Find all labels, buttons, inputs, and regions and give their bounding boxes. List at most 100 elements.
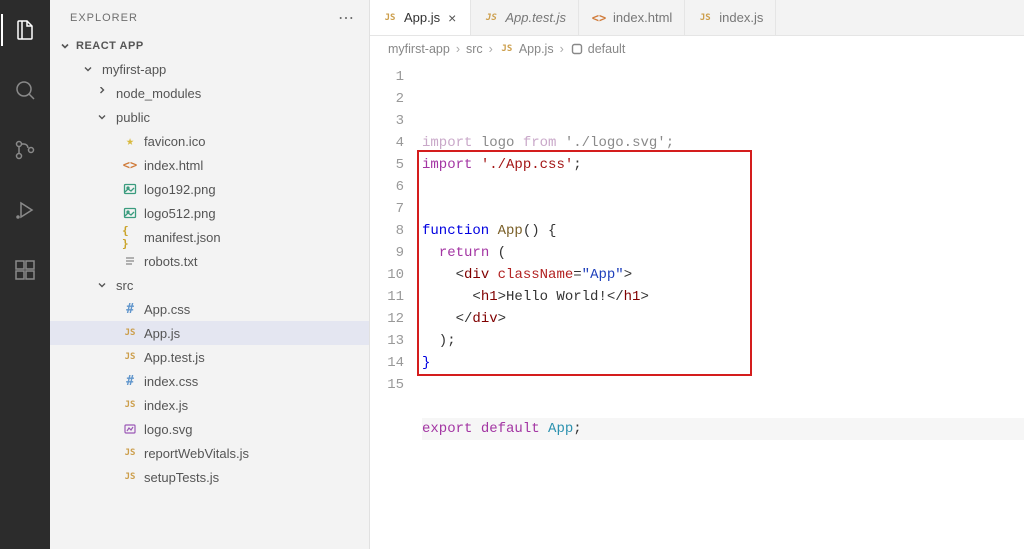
tab-label: App.test.js — [505, 10, 566, 25]
line-number: 3 — [370, 110, 404, 132]
file-setuptests-js[interactable]: JSsetupTests.js — [50, 465, 369, 489]
file-tree-label: index.js — [144, 398, 361, 413]
code-line[interactable]: return ( — [422, 242, 1024, 264]
breadcrumb-app-js[interactable]: JSApp.js — [499, 41, 554, 57]
code-line[interactable]: ); — [422, 330, 1024, 352]
breadcrumb-label: default — [588, 42, 626, 56]
line-number: 11 — [370, 286, 404, 308]
breadcrumb-default[interactable]: default — [570, 42, 626, 56]
code-line[interactable]: export default App; — [422, 418, 1024, 440]
tab-app-js[interactable]: JS App.js × — [370, 0, 471, 35]
code-line[interactable]: import logo from './logo.svg'; — [422, 132, 1024, 154]
js-file-icon: JS — [697, 10, 713, 26]
symbol-icon — [570, 42, 584, 56]
file-app-css[interactable]: # App.css — [50, 297, 369, 321]
explorer-more-icon[interactable]: ⋯ — [338, 8, 355, 28]
file-logo-svg[interactable]: logo.svg — [50, 417, 369, 441]
file-index-css[interactable]: #index.css — [50, 369, 369, 393]
file-tree-label: robots.txt — [144, 254, 361, 269]
activity-search-icon[interactable] — [1, 70, 49, 110]
code-line[interactable] — [422, 176, 1024, 198]
code-line[interactable] — [422, 440, 1024, 462]
activity-run-debug-icon[interactable] — [1, 190, 49, 230]
file-robots-txt[interactable]: robots.txt — [50, 249, 369, 273]
breadcrumb-label: src — [466, 42, 483, 56]
code-line[interactable]: import './App.css'; — [422, 154, 1024, 176]
json-file-icon: { } — [122, 229, 138, 245]
line-number: 12 — [370, 308, 404, 330]
tab-close-icon[interactable]: × — [446, 10, 458, 26]
folder-src[interactable]: src — [50, 273, 369, 297]
file-logo192-png[interactable]: logo192.png — [50, 177, 369, 201]
tab-app-test-js[interactable]: JSApp.test.js — [471, 0, 579, 35]
code-line[interactable]: <div className="App"> — [422, 264, 1024, 286]
file-tree-label: App.js — [144, 326, 361, 341]
line-number: 13 — [370, 330, 404, 352]
line-number: 1 — [370, 66, 404, 88]
js-file-icon: JS — [122, 325, 138, 341]
explorer-title: EXPLORER — [70, 12, 138, 24]
file-app-js[interactable]: JS App.js — [50, 321, 369, 345]
file-tree-label: logo192.png — [144, 182, 361, 197]
line-number: 7 — [370, 198, 404, 220]
code-editor[interactable]: 123456789101112131415 import logo from '… — [370, 62, 1024, 549]
file-tree-label: node_modules — [116, 86, 361, 101]
js-file-icon: JS — [122, 349, 138, 365]
file-favicon-ico[interactable]: ★favicon.ico — [50, 129, 369, 153]
file-logo512-png[interactable]: logo512.png — [50, 201, 369, 225]
file-tree-label: index.css — [144, 374, 361, 389]
chevron-down-icon — [80, 61, 96, 77]
code-line[interactable]: } — [422, 352, 1024, 374]
activity-explorer-icon[interactable] — [1, 10, 49, 50]
folder-public[interactable]: public — [50, 105, 369, 129]
chevron-down-icon — [94, 109, 110, 125]
file-tree-label: manifest.json — [144, 230, 361, 245]
line-number: 4 — [370, 132, 404, 154]
code-line[interactable]: <h1>Hello World!</h1> — [422, 286, 1024, 308]
js-file-icon: JS — [122, 397, 138, 413]
file-manifest-json[interactable]: { } manifest.json — [50, 225, 369, 249]
file-tree-label: myfirst-app — [102, 62, 361, 77]
explorer-header: EXPLORER ⋯ — [50, 0, 369, 35]
js-file-icon: JS — [382, 10, 398, 26]
code-line[interactable] — [422, 374, 1024, 396]
activity-source-control-icon[interactable] — [1, 130, 49, 170]
text-file-icon — [122, 253, 138, 269]
js-file-icon: JS — [122, 469, 138, 485]
tab-index-html[interactable]: <>index.html — [579, 0, 685, 35]
line-number: 15 — [370, 374, 404, 396]
line-number: 6 — [370, 176, 404, 198]
file-index-js[interactable]: JS index.js — [50, 393, 369, 417]
css-file-icon: # — [122, 301, 138, 317]
breadcrumb-label: myfirst-app — [388, 42, 450, 56]
file-tree: myfirst-app node_modulespublic★favicon.ic… — [50, 57, 369, 489]
code-line[interactable] — [422, 396, 1024, 418]
activity-extensions-icon[interactable] — [1, 250, 49, 290]
code-content[interactable]: import logo from './logo.svg';import './… — [422, 66, 1024, 549]
folder-node_modules[interactable]: node_modules — [50, 81, 369, 105]
file-tree-label: App.css — [144, 302, 361, 317]
line-number: 10 — [370, 264, 404, 286]
code-line[interactable]: </div> — [422, 308, 1024, 330]
file-tree-label: logo512.png — [144, 206, 361, 221]
breadcrumb-separator: › — [489, 42, 493, 56]
tab-label: App.js — [404, 10, 440, 25]
file-tree-label: logo.svg — [144, 422, 361, 437]
main-area: JSApp.js×JSApp.test.js<>index.htmlJSinde… — [370, 0, 1024, 549]
file-tree-label: src — [116, 278, 361, 293]
image-file-icon — [122, 205, 138, 221]
tab-label: index.js — [719, 10, 763, 25]
code-line[interactable] — [422, 198, 1024, 220]
file-reportwebvitals-js[interactable]: JSreportWebVitals.js — [50, 441, 369, 465]
file-app-test-js[interactable]: JS App.test.js — [50, 345, 369, 369]
breadcrumb-myfirst-app[interactable]: myfirst-app — [388, 42, 450, 56]
breadcrumb-src[interactable]: src — [466, 42, 483, 56]
explorer-section-label: REACT APP — [76, 40, 144, 52]
file-tree-label: App.test.js — [144, 350, 361, 365]
chevron-down-icon — [94, 277, 110, 293]
folder-myfirst-app[interactable]: myfirst-app — [50, 57, 369, 81]
file-index-html[interactable]: <>index.html — [50, 153, 369, 177]
code-line[interactable]: function App() { — [422, 220, 1024, 242]
tab-index-js[interactable]: JS index.js — [685, 0, 776, 35]
explorer-section[interactable]: REACT APP — [50, 35, 369, 57]
